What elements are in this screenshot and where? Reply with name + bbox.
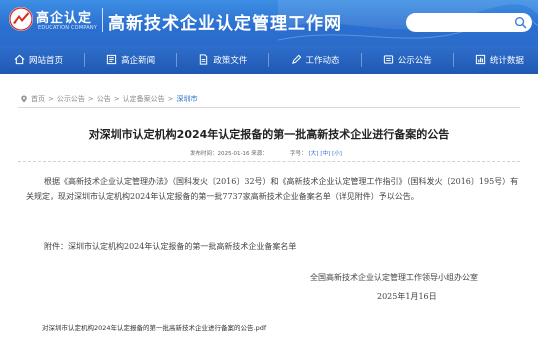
nav-divider xyxy=(360,52,362,67)
site-title: 高新技术企业认定管理工作网 xyxy=(108,14,342,34)
logo-text: 高企认定 xyxy=(36,11,93,26)
article-attachment-note: 附件：深圳市认定机构2024年认定报备的第一批高新技术企业备案名单 xyxy=(44,242,297,251)
breadcrumb-filing-notices[interactable]: 认定备案公告 xyxy=(123,94,165,104)
pen-icon xyxy=(291,54,301,64)
location-pin-icon xyxy=(21,95,27,103)
nav-item-news[interactable]: 高企新闻 xyxy=(98,45,163,74)
nav-label: 网站首页 xyxy=(29,55,64,66)
font-size-large-link[interactable]: [大] xyxy=(309,149,319,157)
article-meta-date: 发布时间：2025-01-16 来源： xyxy=(190,151,268,157)
logo-mark-icon xyxy=(9,7,33,31)
nav-label: 政策文件 xyxy=(213,55,248,66)
nav-divider xyxy=(84,52,86,67)
breadcrumb-home[interactable]: 首页 xyxy=(31,94,45,104)
nav-item-work-updates[interactable]: 工作动态 xyxy=(283,45,348,74)
nav-label: 统计数据 xyxy=(489,55,524,66)
nav-item-policy[interactable]: 政策文件 xyxy=(190,45,255,74)
breadcrumb-separator: > xyxy=(113,95,120,103)
breadcrumb: 首页 > 公示公告 > 公告 > 认定备案公告 > 深圳市 xyxy=(20,94,198,104)
nav-divider xyxy=(268,52,270,67)
font-size-small-link[interactable]: [小] xyxy=(332,149,342,157)
notice-icon xyxy=(383,55,393,64)
nav-label: 工作动态 xyxy=(305,55,340,66)
site-logo[interactable]: 高企认定 EDUCATION COMPANY xyxy=(8,4,102,40)
logo-subtext: EDUCATION COMPANY xyxy=(38,25,98,31)
site-header: 高企认定 EDUCATION COMPANY 高新技术企业认定管理工作网 xyxy=(0,0,538,45)
font-size-medium-link[interactable]: [中] xyxy=(320,149,330,157)
article-body-paragraph: 根据《高新技术企业认定管理办法》（国科发火〔2016〕32号）和《高新技术企业认… xyxy=(26,177,519,201)
breadcrumb-divider xyxy=(18,107,520,108)
home-icon xyxy=(14,54,25,65)
search-box xyxy=(406,13,532,35)
nav-label: 高企新闻 xyxy=(121,55,156,66)
font-size-controls: 字号： [大] [中] [小] xyxy=(290,149,342,157)
meta-divider xyxy=(18,161,520,162)
breadcrumb-announcements[interactable]: 公告 xyxy=(97,94,111,104)
breadcrumb-separator: > xyxy=(167,95,174,103)
news-icon xyxy=(107,54,117,65)
nav-item-notices[interactable]: 公示公告 xyxy=(375,45,440,74)
nav-divider xyxy=(452,52,454,67)
breadcrumb-notices[interactable]: 公示公告 xyxy=(57,94,85,104)
document-icon xyxy=(200,54,208,65)
search-input[interactable] xyxy=(406,16,506,35)
header-divider xyxy=(102,8,103,32)
article-title: 对深圳市认定机构2024年认定报备的第一批高新技术企业进行备案的公告 xyxy=(88,128,450,141)
main-nav: 网站首页 高企新闻 政策文件 工作动态 公示公告 统计数据 xyxy=(0,45,538,74)
signature-organization: 全国高新技术企业认定管理工作领导小组办公室 xyxy=(310,273,478,282)
nav-divider xyxy=(176,52,178,67)
breadcrumb-separator: > xyxy=(48,95,54,103)
signature-date: 2025年1月16日 xyxy=(377,292,437,301)
attachment-pdf-link[interactable]: 对深圳市认定机构2024年认定报备的第一批高新技术企业进行备案的公告.pdf xyxy=(42,322,266,332)
stats-icon xyxy=(475,54,485,65)
breadcrumb-separator: > xyxy=(87,95,94,103)
nav-item-home[interactable]: 网站首页 xyxy=(6,45,71,74)
nav-item-statistics[interactable]: 统计数据 xyxy=(467,45,532,74)
nav-label: 公示公告 xyxy=(397,55,432,66)
search-icon[interactable] xyxy=(514,16,527,29)
font-size-label: 字号： xyxy=(290,151,307,157)
breadcrumb-current[interactable]: 深圳市 xyxy=(177,94,198,104)
